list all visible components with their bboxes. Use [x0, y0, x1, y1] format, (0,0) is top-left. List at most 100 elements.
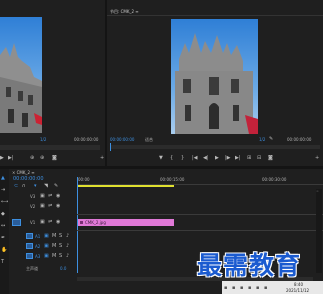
solo-icon[interactable]: S: [59, 243, 62, 249]
go-to-in-icon[interactable]: |◀: [192, 155, 198, 161]
track-label-v2: V2: [30, 204, 36, 209]
fit-dropdown[interactable]: 适合: [145, 137, 153, 142]
a1-source-patch[interactable]: [26, 233, 33, 239]
mute-icon[interactable]: M: [52, 243, 56, 249]
tray-icon[interactable]: ▪: [248, 285, 251, 291]
text-tool-icon[interactable]: T: [1, 259, 4, 265]
pen-tool-icon[interactable]: ✒: [1, 235, 5, 241]
track-header-master: 主声道 0.0: [10, 263, 77, 276]
sequence-tab[interactable]: × CMK_2 ≡: [12, 170, 35, 175]
mic-icon[interactable]: ♪: [66, 243, 69, 249]
add-button-icon[interactable]: +: [315, 155, 319, 161]
tray-icon[interactable]: ▪: [256, 285, 259, 291]
audio-meter-icon: ◦: [316, 189, 319, 195]
taskbar-date[interactable]: 2021/11/12: [286, 288, 309, 293]
track-label-a2: A2: [35, 244, 41, 249]
timeline-settings-icon[interactable]: ◥: [44, 183, 48, 189]
step-forward-icon[interactable]: ▶: [0, 155, 4, 161]
mark-out-icon[interactable]: {: [170, 155, 173, 161]
v1-source-patch[interactable]: [12, 219, 21, 226]
go-to-out-icon[interactable]: ▶|: [235, 155, 241, 161]
eye-icon[interactable]: ◉: [56, 193, 60, 199]
camera-icon[interactable]: ◙: [268, 155, 273, 161]
program-scrubber[interactable]: [110, 145, 320, 149]
lock-icon[interactable]: ▣: [44, 253, 49, 259]
source-scrubber[interactable]: [0, 145, 100, 150]
a3-source-patch[interactable]: [26, 253, 33, 259]
eye-icon[interactable]: ◉: [56, 219, 60, 225]
work-area-bar[interactable]: [77, 185, 174, 187]
go-to-in-icon[interactable]: }: [181, 155, 184, 161]
add-button-icon[interactable]: +: [100, 155, 104, 161]
source-monitor: 1/2 00:00:00:00 ▶ ▶| ⊕ ⊕ ◙ +: [0, 0, 105, 166]
step-forward-icon[interactable]: ▶|: [8, 155, 14, 161]
video-clip-label: CMK_2.jpg: [85, 220, 106, 225]
sync-lock-icon[interactable]: ⇌: [48, 193, 52, 199]
insert-icon[interactable]: ⊕: [30, 155, 34, 161]
wrench-icon[interactable]: ✎: [269, 136, 273, 142]
track-select-icon[interactable]: ⇥: [1, 187, 5, 193]
lock-icon[interactable]: ▣: [44, 233, 49, 239]
play-icon[interactable]: ▶: [215, 155, 219, 161]
camera-icon[interactable]: ◙: [52, 155, 57, 161]
track-separator: [77, 214, 323, 215]
master-track-label: 主声道: [26, 266, 38, 271]
track-label-a1: A1: [35, 234, 41, 239]
program-tab-title[interactable]: 节目: CMK_2 ≡: [110, 9, 139, 14]
track-header-v2: V2 ▣ ⇌ ◉: [10, 201, 77, 214]
program-monitor: 节目: CMK_2 ≡ 00:00:00:00 适合 1/2 ✎ 00:00:0…: [107, 0, 323, 166]
lock-icon[interactable]: ▣: [44, 243, 49, 249]
master-volume-value[interactable]: 0.0: [60, 266, 66, 271]
a2-source-patch[interactable]: [26, 243, 33, 249]
tray-icon[interactable]: ▪: [232, 285, 235, 291]
program-current-timecode[interactable]: 00:00:00:00: [110, 137, 134, 142]
taskbar-time[interactable]: 8:40: [294, 282, 303, 287]
wrench-icon[interactable]: ✎: [54, 183, 58, 189]
program-preview-image: [171, 19, 258, 134]
slip-tool-icon[interactable]: ↔: [1, 223, 5, 229]
track-separator: [77, 230, 323, 231]
tray-icon[interactable]: ▪: [240, 285, 243, 291]
add-marker-icon[interactable]: ▾: [34, 183, 37, 189]
solo-icon[interactable]: S: [59, 253, 62, 259]
tray-icon[interactable]: ▪: [224, 285, 227, 291]
step-forward-icon[interactable]: |▶: [225, 155, 231, 161]
lock-icon[interactable]: ▣: [40, 193, 45, 199]
overwrite-icon[interactable]: ⊕: [40, 155, 44, 161]
ripple-edit-icon[interactable]: ⟷: [1, 199, 8, 205]
mic-icon[interactable]: ♪: [66, 253, 69, 259]
mute-icon[interactable]: M: [52, 253, 56, 259]
hand-tool-icon[interactable]: ✋: [1, 247, 7, 253]
track-label-a3: A3: [35, 254, 41, 259]
solo-icon[interactable]: S: [59, 233, 62, 239]
audio-meter: [316, 189, 322, 273]
mic-icon[interactable]: ♪: [66, 233, 69, 239]
sync-lock-icon[interactable]: ⇌: [48, 219, 52, 225]
extract-icon[interactable]: ⊟: [257, 155, 261, 161]
eye-icon[interactable]: ◉: [56, 203, 60, 209]
lock-icon[interactable]: ▣: [40, 219, 45, 225]
step-back-icon[interactable]: ◀|: [203, 155, 209, 161]
watermark-text: 最需教育: [197, 251, 302, 280]
linked-selection-icon[interactable]: ∩: [22, 183, 26, 189]
selection-tool-icon[interactable]: ▲: [1, 175, 5, 181]
timeline-current-time[interactable]: 00:00:00:00: [13, 177, 44, 182]
razor-tool-icon[interactable]: ◆: [1, 211, 5, 217]
sync-lock-icon[interactable]: ⇌: [48, 203, 52, 209]
video-clip[interactable]: CMK_2.jpg: [78, 219, 174, 226]
mark-in-icon[interactable]: ▼: [159, 155, 163, 161]
track-label-v3: V3: [30, 194, 36, 199]
lock-icon[interactable]: ▣: [40, 203, 45, 209]
lift-icon[interactable]: ⊞: [247, 155, 251, 161]
track-header-v1: V1 ▣ ⇌ ◉: [10, 215, 77, 230]
ruler-end-label: 00:00:30:00: [262, 177, 287, 182]
quality-dropdown[interactable]: 1/2: [259, 137, 265, 142]
mute-icon[interactable]: M: [52, 233, 56, 239]
program-playhead[interactable]: [110, 143, 111, 151]
source-zoom-label[interactable]: 1/2: [40, 137, 46, 142]
source-timecode: 00:00:00:00: [74, 137, 99, 142]
snap-icon[interactable]: ⊂: [14, 183, 18, 189]
taskbar: ▪ ▪ ▪ ▪ ▪ ▪ 8:40 2021/11/12: [222, 281, 323, 294]
tray-icon[interactable]: ▪: [264, 285, 267, 291]
track-headers: V3 ▣ ⇌ ◉ V2 ▣ ⇌ ◉ V1 ▣ ⇌ ◉ A1 ▣ M S ♪ A2…: [10, 191, 77, 271]
